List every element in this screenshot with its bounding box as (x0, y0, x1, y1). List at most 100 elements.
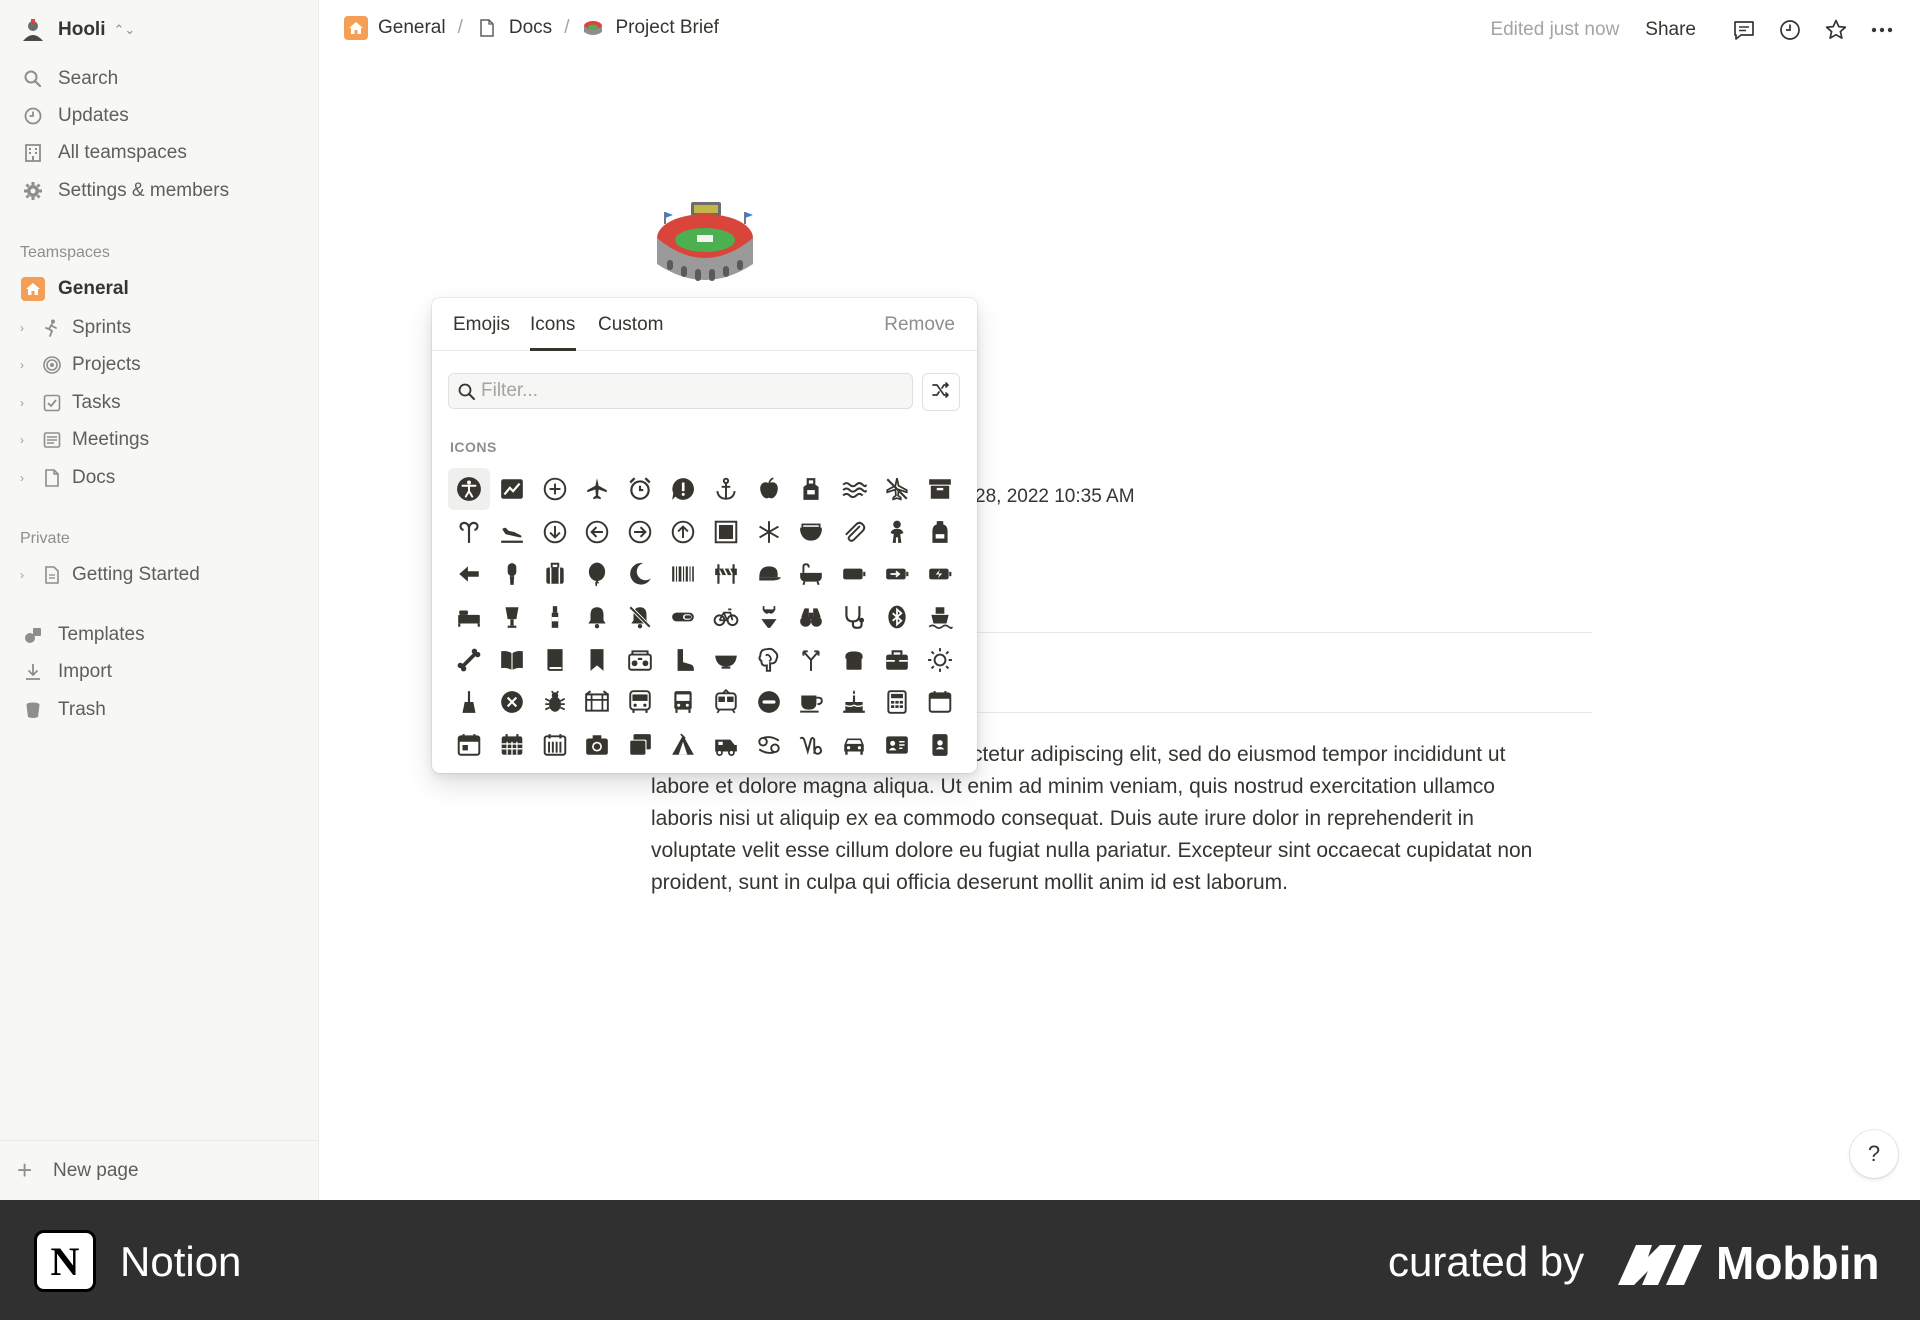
bicycle-icon[interactable] (705, 596, 747, 638)
aries-icon[interactable] (448, 511, 490, 553)
arrow-left-icon[interactable] (448, 553, 490, 595)
branch-icon[interactable] (790, 639, 832, 681)
broom-icon[interactable] (448, 681, 490, 723)
paperclip-icon[interactable] (833, 511, 875, 553)
filter-input[interactable] (481, 374, 901, 408)
sidebar-item-templates[interactable]: Templates (0, 617, 319, 653)
workspace-switcher[interactable]: Hooli ⌃⌄ (20, 16, 135, 44)
coffee-icon[interactable] (790, 681, 832, 723)
book-open-icon[interactable] (491, 639, 533, 681)
chevron-right-icon[interactable]: › (20, 471, 24, 485)
briefcase-icon[interactable] (876, 639, 918, 681)
bus-front-icon[interactable] (662, 681, 704, 723)
sidebar-item-updates[interactable]: Updates (0, 98, 319, 134)
airplane-icon[interactable] (576, 468, 618, 510)
chevron-right-icon[interactable]: › (20, 321, 24, 335)
sidebar-item-sprints[interactable]: › Sprints (0, 310, 319, 346)
arrow-up-circle-icon[interactable] (662, 511, 704, 553)
capricorn-icon[interactable] (790, 724, 832, 766)
tram-icon[interactable] (705, 681, 747, 723)
biohazard-icon[interactable] (833, 596, 875, 638)
alarm-icon[interactable] (619, 468, 661, 510)
waves-icon[interactable] (833, 468, 875, 510)
sidebar-item-docs[interactable]: › Docs (0, 460, 319, 496)
beer-icon[interactable] (491, 596, 533, 638)
bread-icon[interactable] (833, 639, 875, 681)
binoculars-icon[interactable] (790, 596, 832, 638)
remove-button[interactable]: Remove (884, 314, 955, 336)
add-circle-icon[interactable] (534, 468, 576, 510)
help-button[interactable]: ? (1850, 1130, 1898, 1178)
archive-icon[interactable] (919, 468, 961, 510)
new-page-button[interactable]: + New page (0, 1140, 319, 1200)
boat-icon[interactable] (919, 596, 961, 638)
bikini-icon[interactable] (748, 596, 790, 638)
chevron-right-icon[interactable]: › (20, 568, 24, 582)
sidebar-item-tasks[interactable]: › Tasks (0, 385, 319, 421)
comments-icon[interactable] (1724, 14, 1764, 46)
sidebar-item-trash[interactable]: Trash (0, 692, 319, 728)
moon-icon[interactable] (619, 553, 661, 595)
tab-icons[interactable]: Icons (530, 314, 575, 336)
plane-landing-icon[interactable] (491, 511, 533, 553)
sidebar-item-getting-started[interactable]: › Getting Started (0, 557, 319, 593)
cap-icon[interactable] (748, 553, 790, 595)
sidebar-item-search[interactable]: Search (0, 61, 319, 97)
star-icon[interactable] (1816, 14, 1856, 46)
balloon-icon[interactable] (576, 553, 618, 595)
id-card-icon[interactable] (876, 724, 918, 766)
bowl-icon[interactable] (705, 639, 747, 681)
phone-card-icon[interactable] (919, 724, 961, 766)
bluetooth-icon[interactable] (876, 596, 918, 638)
chevron-right-icon[interactable]: › (20, 358, 24, 372)
luggage-icon[interactable] (534, 553, 576, 595)
bus-icon[interactable] (619, 681, 661, 723)
baby-icon[interactable] (876, 511, 918, 553)
plane-off-icon[interactable] (876, 468, 918, 510)
calendar-day-icon[interactable] (448, 724, 490, 766)
accessibility-icon[interactable] (448, 468, 490, 510)
bug-icon[interactable] (534, 681, 576, 723)
sidebar-item-general[interactable]: General (0, 271, 319, 307)
apple-icon[interactable] (748, 468, 790, 510)
more-icon[interactable] (1862, 14, 1902, 46)
backpack-icon[interactable] (919, 511, 961, 553)
battery-bolt-icon[interactable] (919, 553, 961, 595)
pill-icon[interactable] (662, 596, 704, 638)
barcode-icon[interactable] (662, 553, 704, 595)
sidebar-item-all-teamspaces[interactable]: All teamspaces (0, 135, 319, 171)
breadcrumb-general[interactable]: General (344, 16, 446, 40)
frame-icon[interactable] (705, 511, 747, 553)
camera-icon[interactable] (576, 724, 618, 766)
tray-icon[interactable] (790, 511, 832, 553)
bottle-icon[interactable] (534, 596, 576, 638)
cake-icon[interactable] (833, 681, 875, 723)
bed-icon[interactable] (448, 596, 490, 638)
microphone-icon[interactable] (491, 553, 533, 595)
cards-icon[interactable] (619, 724, 661, 766)
boot-icon[interactable] (662, 639, 704, 681)
asterisk-icon[interactable] (748, 511, 790, 553)
share-button[interactable]: Share (1645, 19, 1696, 41)
breadcrumb-docs[interactable]: Docs (475, 16, 552, 40)
bathtub-icon[interactable] (790, 553, 832, 595)
chart-line-icon[interactable] (491, 468, 533, 510)
bone-icon[interactable] (448, 639, 490, 681)
calculator-icon[interactable] (876, 681, 918, 723)
bell-icon[interactable] (576, 596, 618, 638)
book-icon[interactable] (534, 639, 576, 681)
car-icon[interactable] (833, 724, 875, 766)
arrow-right-circle-icon[interactable] (619, 511, 661, 553)
page-icon-stadium[interactable] (653, 198, 757, 294)
calendar-grid-icon[interactable] (491, 724, 533, 766)
chevron-right-icon[interactable]: › (20, 433, 24, 447)
sidebar-item-import[interactable]: Import (0, 654, 319, 690)
sidebar-item-settings[interactable]: Settings & members (0, 173, 319, 209)
shuffle-button[interactable] (922, 373, 960, 411)
history-icon[interactable] (1770, 14, 1810, 46)
tab-custom[interactable]: Custom (598, 314, 663, 336)
sidebar-item-projects[interactable]: › Projects (0, 347, 319, 383)
camper-icon[interactable] (705, 724, 747, 766)
cancer-icon[interactable] (748, 724, 790, 766)
battery-charging-icon[interactable] (876, 553, 918, 595)
